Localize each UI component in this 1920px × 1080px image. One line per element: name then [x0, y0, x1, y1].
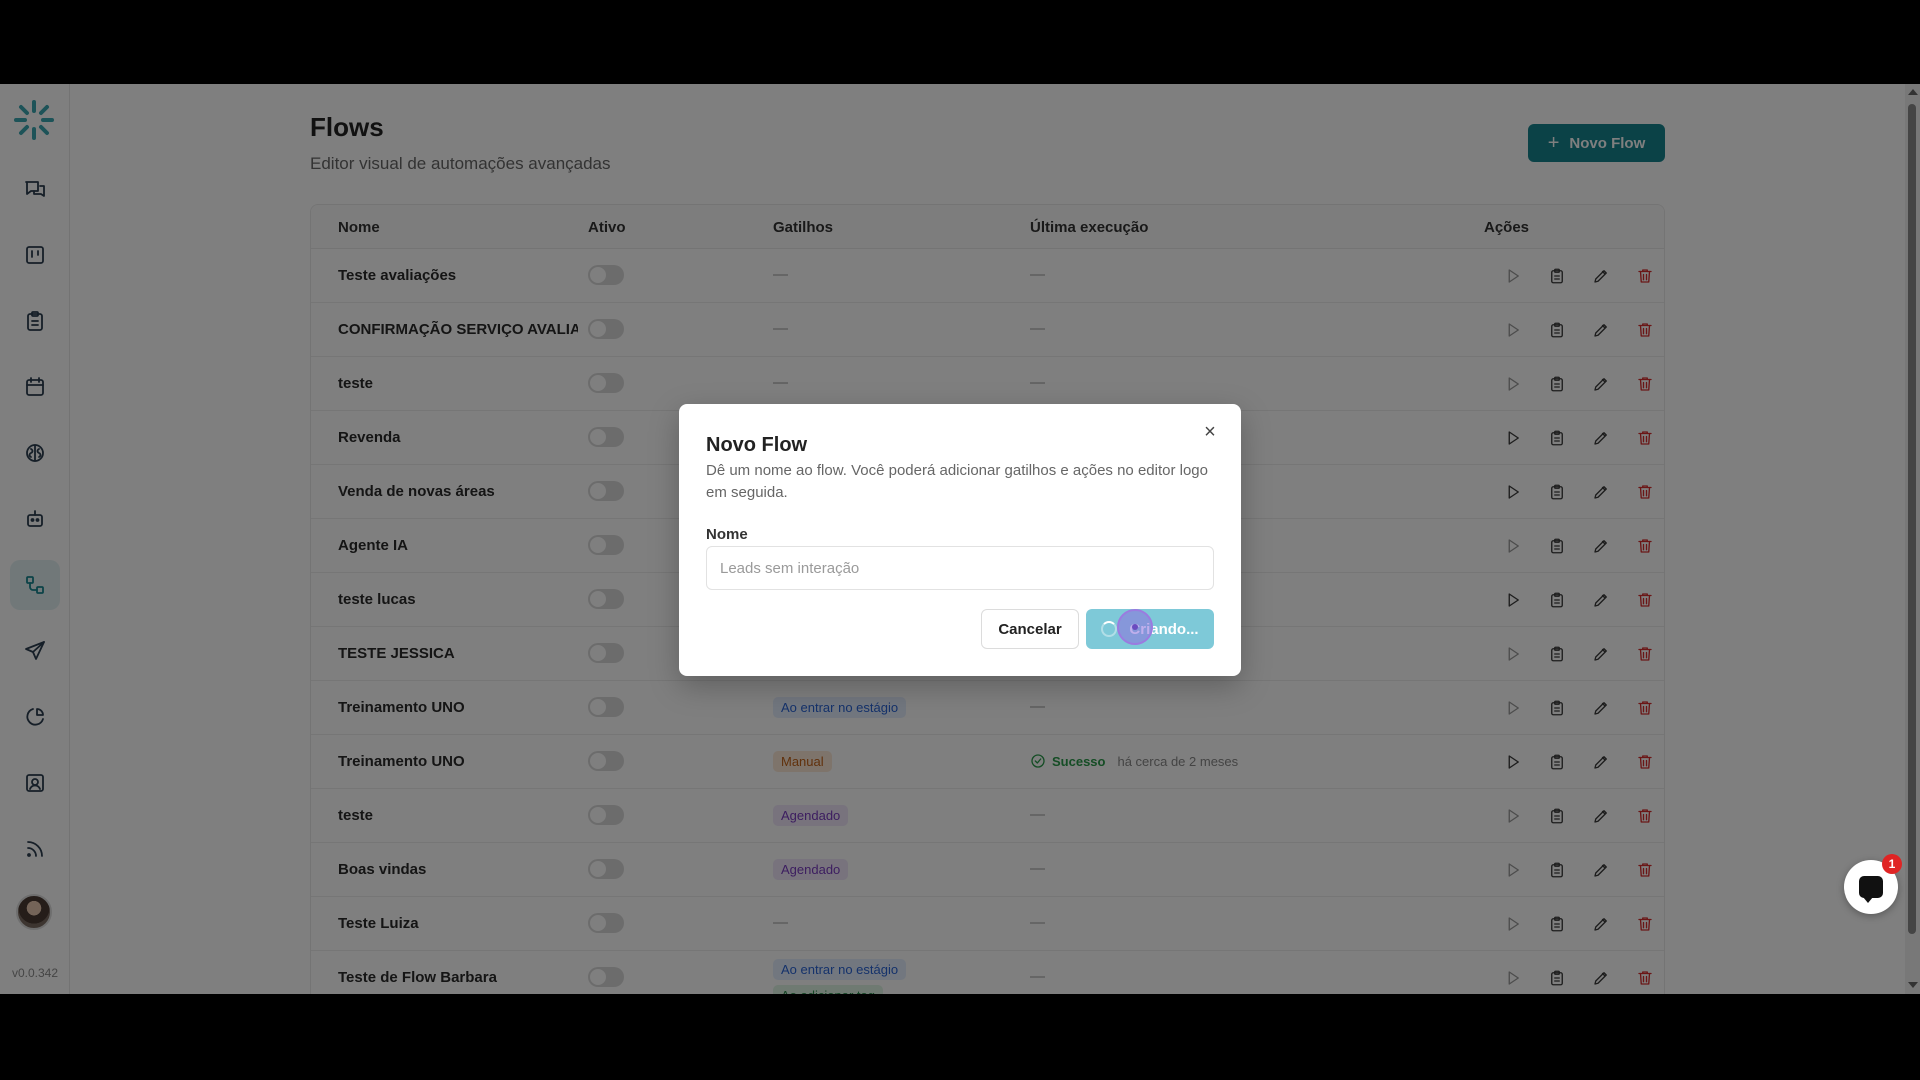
dialog-description: Dê um nome ao flow. Você poderá adiciona…: [706, 462, 1208, 501]
screen-letterbox-top: [0, 0, 1920, 84]
loading-spinner-icon: [1101, 621, 1118, 637]
chat-bubble-icon: [1859, 876, 1883, 903]
app-window: v0.0.342 Flows Editor visual de automaçõ…: [0, 84, 1920, 994]
name-field-label: Nome: [706, 526, 748, 543]
close-icon[interactable]: ×: [1200, 421, 1220, 443]
mouse-cursor: [1132, 624, 1138, 630]
dialog-title: Novo Flow: [706, 434, 808, 456]
flow-name-input[interactable]: [706, 546, 1214, 590]
cancel-button[interactable]: Cancelar: [981, 609, 1079, 649]
screen-letterbox-bottom: [0, 994, 1920, 1080]
new-flow-dialog: Novo Flow × Dê um nome ao flow. Você pod…: [679, 404, 1241, 676]
chat-notification-badge: 1: [1882, 854, 1902, 874]
